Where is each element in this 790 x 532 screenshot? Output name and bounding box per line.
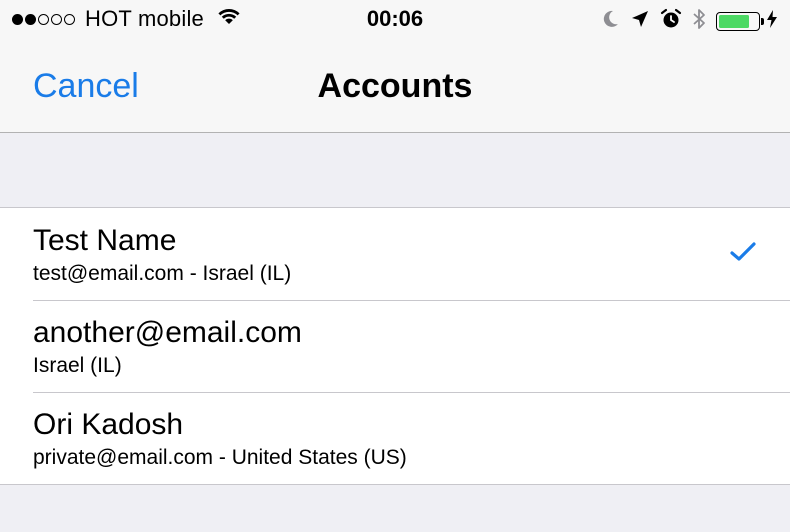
status-bar: HOT mobile 00:06 bbox=[0, 0, 790, 40]
checkmark-icon bbox=[730, 242, 756, 267]
account-name: Ori Kadosh bbox=[33, 408, 184, 441]
battery-level-fill bbox=[719, 15, 750, 28]
navigation-bar: Cancel Accounts bbox=[0, 40, 790, 133]
account-name: Test Name bbox=[33, 224, 177, 257]
status-bar-right bbox=[592, 7, 778, 36]
accounts-screen: HOT mobile 00:06 Cancel Accounts Test Na… bbox=[0, 0, 790, 532]
account-row[interactable]: another@email.com Israel (IL) bbox=[0, 300, 790, 392]
account-detail: private@email.com - United States (US) bbox=[33, 446, 407, 469]
account-row[interactable]: Ori Kadosh private@email.com - United St… bbox=[0, 392, 790, 484]
bluetooth-icon bbox=[692, 7, 706, 36]
battery-icon bbox=[716, 12, 764, 31]
alarm-icon bbox=[660, 8, 682, 35]
page-title: Accounts bbox=[317, 67, 473, 105]
moon-icon bbox=[602, 9, 620, 34]
battery-nub bbox=[761, 18, 764, 25]
account-detail: Israel (IL) bbox=[33, 354, 122, 377]
accounts-list: Test Name test@email.com - Israel (IL) a… bbox=[0, 207, 790, 485]
account-detail: test@email.com - Israel (IL) bbox=[33, 262, 292, 285]
charging-bolt-icon bbox=[766, 9, 778, 34]
location-arrow-icon bbox=[630, 9, 650, 34]
account-row[interactable]: Test Name test@email.com - Israel (IL) bbox=[0, 208, 790, 300]
account-name: another@email.com bbox=[33, 316, 302, 349]
